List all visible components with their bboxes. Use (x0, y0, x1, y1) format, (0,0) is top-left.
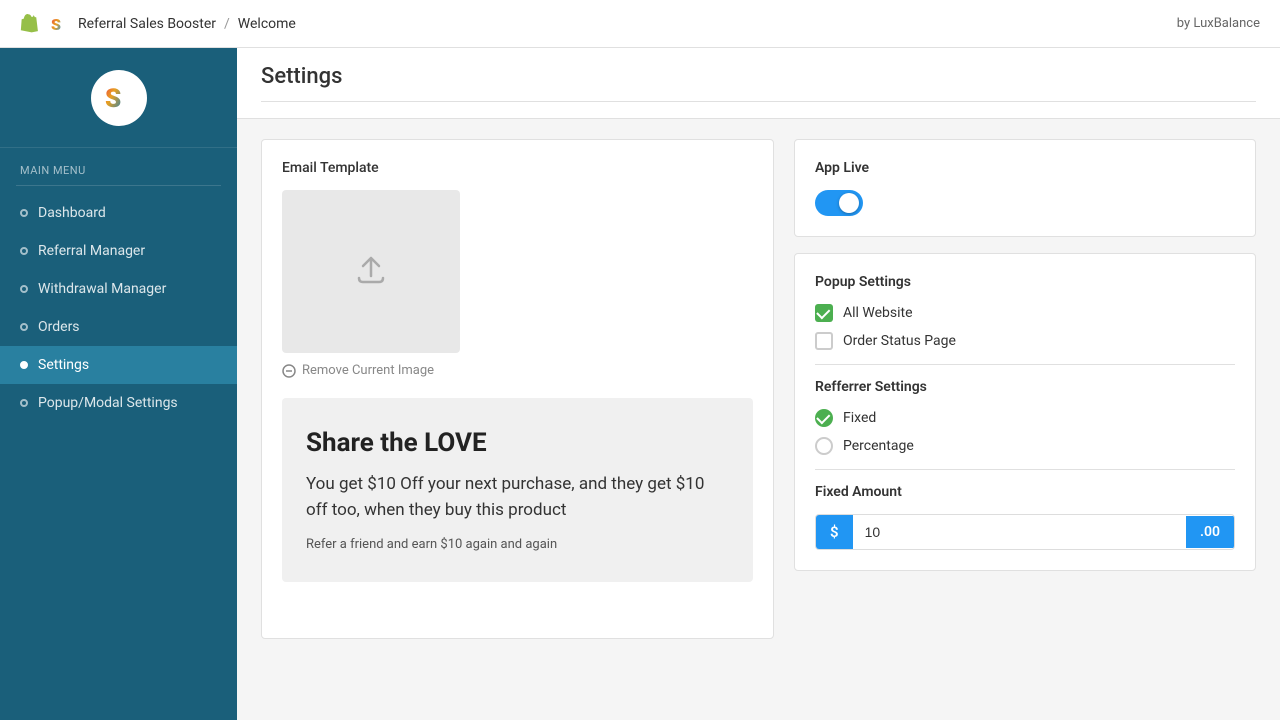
sidebar-dot-popup-modal (20, 399, 28, 407)
app-live-title: App Live (815, 160, 1235, 176)
sidebar-label-withdrawal-manager: Withdrawal Manager (38, 281, 166, 297)
sidebar-item-dashboard[interactable]: Dashboard (0, 194, 237, 232)
popup-settings-section: Popup Settings All Website Order Status … (794, 253, 1256, 571)
sidebar-dot-referral-manager (20, 247, 28, 255)
fixed-amount-title: Fixed Amount (815, 484, 1235, 500)
sidebar-label-dashboard: Dashboard (38, 205, 106, 221)
content-area: Settings Email Template (237, 48, 1280, 720)
radio-fixed-btn (815, 409, 833, 427)
amount-suffix: .00 (1186, 516, 1234, 548)
sidebar-label-settings: Settings (38, 357, 89, 373)
sidebar-dot-orders (20, 323, 28, 331)
top-bar-by: by LuxBalance (1177, 16, 1260, 31)
checkbox-all-website-label: All Website (843, 305, 913, 321)
header-divider (261, 101, 1256, 102)
svg-text:S: S (105, 84, 121, 114)
sidebar-item-withdrawal-manager[interactable]: Withdrawal Manager (0, 270, 237, 308)
sidebar-label-referral-manager: Referral Manager (38, 243, 145, 259)
sidebar-divider (16, 185, 221, 186)
sidebar-logo-circle: S (91, 70, 147, 126)
preview-heading: Share the LOVE (306, 428, 729, 458)
page-title: Settings (261, 64, 1256, 89)
remove-image-link[interactable]: Remove Current Image (282, 363, 753, 378)
email-template-title: Email Template (282, 160, 753, 176)
main-layout: S Main Menu Dashboard Referral Man (0, 48, 1280, 720)
sidebar-logo-area: S (0, 48, 237, 148)
sidebar: S Main Menu Dashboard Referral Man (0, 48, 237, 720)
radio-percentage-btn (815, 437, 833, 455)
sidebar-dot-dashboard (20, 209, 28, 217)
radio-percentage[interactable]: Percentage (815, 437, 1235, 455)
popup-settings-title: Popup Settings (815, 274, 1235, 290)
fixed-amount-input[interactable] (853, 516, 1186, 548)
preview-body: You get $10 Off your next purchase, and … (306, 472, 729, 523)
email-preview-card: Share the LOVE You get $10 Off your next… (282, 398, 753, 582)
sidebar-item-orders[interactable]: Orders (0, 308, 237, 346)
top-bar: S Referral Sales Booster / Welcome by Lu… (0, 0, 1280, 48)
sidebar-section-label: Main Menu (0, 148, 237, 185)
sidebar-dot-settings (20, 361, 28, 369)
image-upload-area[interactable] (282, 190, 460, 353)
top-bar-left: S Referral Sales Booster / Welcome (20, 13, 296, 35)
sidebar-item-popup-modal-settings[interactable]: Popup/Modal Settings (0, 384, 237, 422)
sidebar-item-settings[interactable]: Settings (0, 346, 237, 384)
content-body: Email Template Remove Current Image (237, 119, 1280, 659)
app-live-toggle-container (815, 190, 1235, 216)
left-panel: Email Template Remove Current Image (261, 139, 774, 639)
sidebar-label-orders: Orders (38, 319, 80, 335)
radio-percentage-label: Percentage (843, 438, 914, 454)
referrer-settings-title: Refferrer Settings (815, 379, 1235, 395)
sidebar-dot-withdrawal-manager (20, 285, 28, 293)
checkbox-all-website[interactable]: All Website (815, 304, 1235, 322)
checkbox-all-website-box (815, 304, 833, 322)
sidebar-label-popup-modal: Popup/Modal Settings (38, 395, 178, 411)
app-name: Referral Sales Booster (78, 16, 216, 32)
referrer-divider (815, 469, 1235, 470)
preview-sub: Refer a friend and earn $10 again and ag… (306, 537, 729, 552)
popup-divider (815, 364, 1235, 365)
fixed-amount-input-row: $ .00 (815, 514, 1235, 550)
remove-icon (282, 364, 296, 378)
checkbox-order-status-page-box (815, 332, 833, 350)
app-live-section: App Live (794, 139, 1256, 237)
radio-fixed[interactable]: Fixed (815, 409, 1235, 427)
sidebar-brand-icon: S (101, 80, 137, 116)
content-header: Settings (237, 48, 1280, 119)
checkbox-order-status-label: Order Status Page (843, 333, 956, 349)
right-panel: App Live Popup Settings All Website Orde… (794, 139, 1256, 639)
svg-text:S: S (51, 15, 61, 34)
amount-prefix: $ (816, 515, 853, 549)
sidebar-item-referral-manager[interactable]: Referral Manager (0, 232, 237, 270)
remove-image-label: Remove Current Image (302, 363, 434, 378)
upload-icon (351, 250, 391, 294)
checkbox-order-status-page[interactable]: Order Status Page (815, 332, 1235, 350)
radio-fixed-label: Fixed (843, 410, 876, 426)
app-logo-icon (20, 14, 40, 34)
page-name: Welcome (238, 16, 296, 32)
brand-logo-icon: S (48, 13, 70, 35)
app-live-toggle[interactable] (815, 190, 863, 216)
separator: / (224, 16, 230, 32)
